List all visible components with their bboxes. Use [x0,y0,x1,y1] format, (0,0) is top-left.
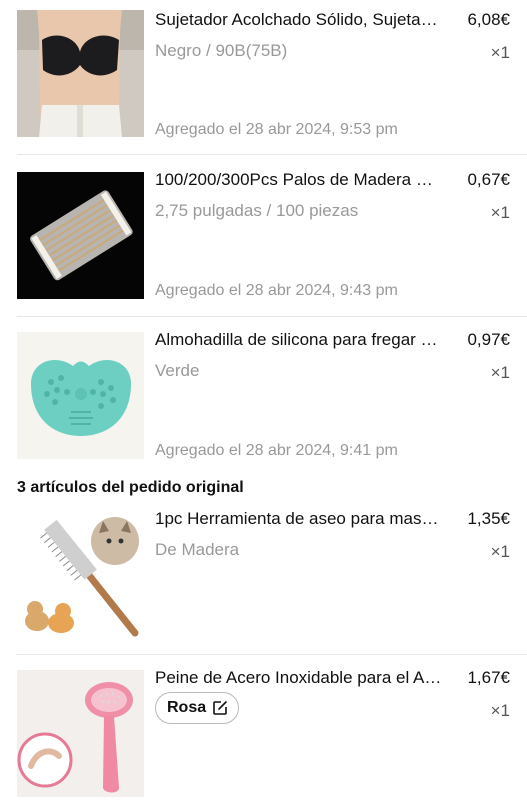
product-image[interactable] [17,172,144,299]
original-order-section-title: 3 artículos del pedido original [17,479,244,496]
divider [17,154,527,155]
product-price: 6,08€ [467,10,510,29]
edit-icon [212,700,228,716]
product-quantity: ×1 [490,43,510,62]
added-date: Agregado el 28 abr 2024, 9:43 pm [155,282,398,299]
product-title[interactable]: Peine de Acero Inoxidable para el A… [155,668,455,688]
product-image[interactable] [17,332,144,459]
variant-select-button[interactable]: Rosa [155,692,240,724]
product-variant: 2,75 pulgadas / 100 piezas [155,201,359,220]
product-price: 1,67€ [467,668,510,687]
product-title[interactable]: 100/200/300Pcs Palos de Madera … [155,170,455,190]
product-variant: Verde [155,361,200,380]
divider [17,316,527,317]
product-variant: Rosa [167,699,207,716]
product-quantity: ×1 [490,701,510,720]
product-title[interactable]: 1pc Herramienta de aseo para mas… [155,509,455,529]
product-title[interactable]: Almohadilla de silicona para fregar … [155,330,455,350]
product-quantity: ×1 [490,542,510,561]
product-image[interactable] [17,10,144,137]
product-price: 0,67€ [467,170,510,189]
added-date: Agregado el 28 abr 2024, 9:53 pm [155,121,398,138]
product-variant: Negro / 90B(75B) [155,41,288,60]
product-quantity: ×1 [490,203,510,222]
product-price: 0,97€ [467,330,510,349]
product-title[interactable]: Sujetador Acolchado Sólido, Sujeta… [155,10,455,30]
product-quantity: ×1 [490,363,510,382]
product-image[interactable] [17,670,144,797]
product-variant: De Madera [155,540,240,559]
product-image[interactable] [17,511,144,638]
product-price: 1,35€ [467,509,510,528]
added-date: Agregado el 28 abr 2024, 9:41 pm [155,442,398,459]
divider [17,654,527,655]
